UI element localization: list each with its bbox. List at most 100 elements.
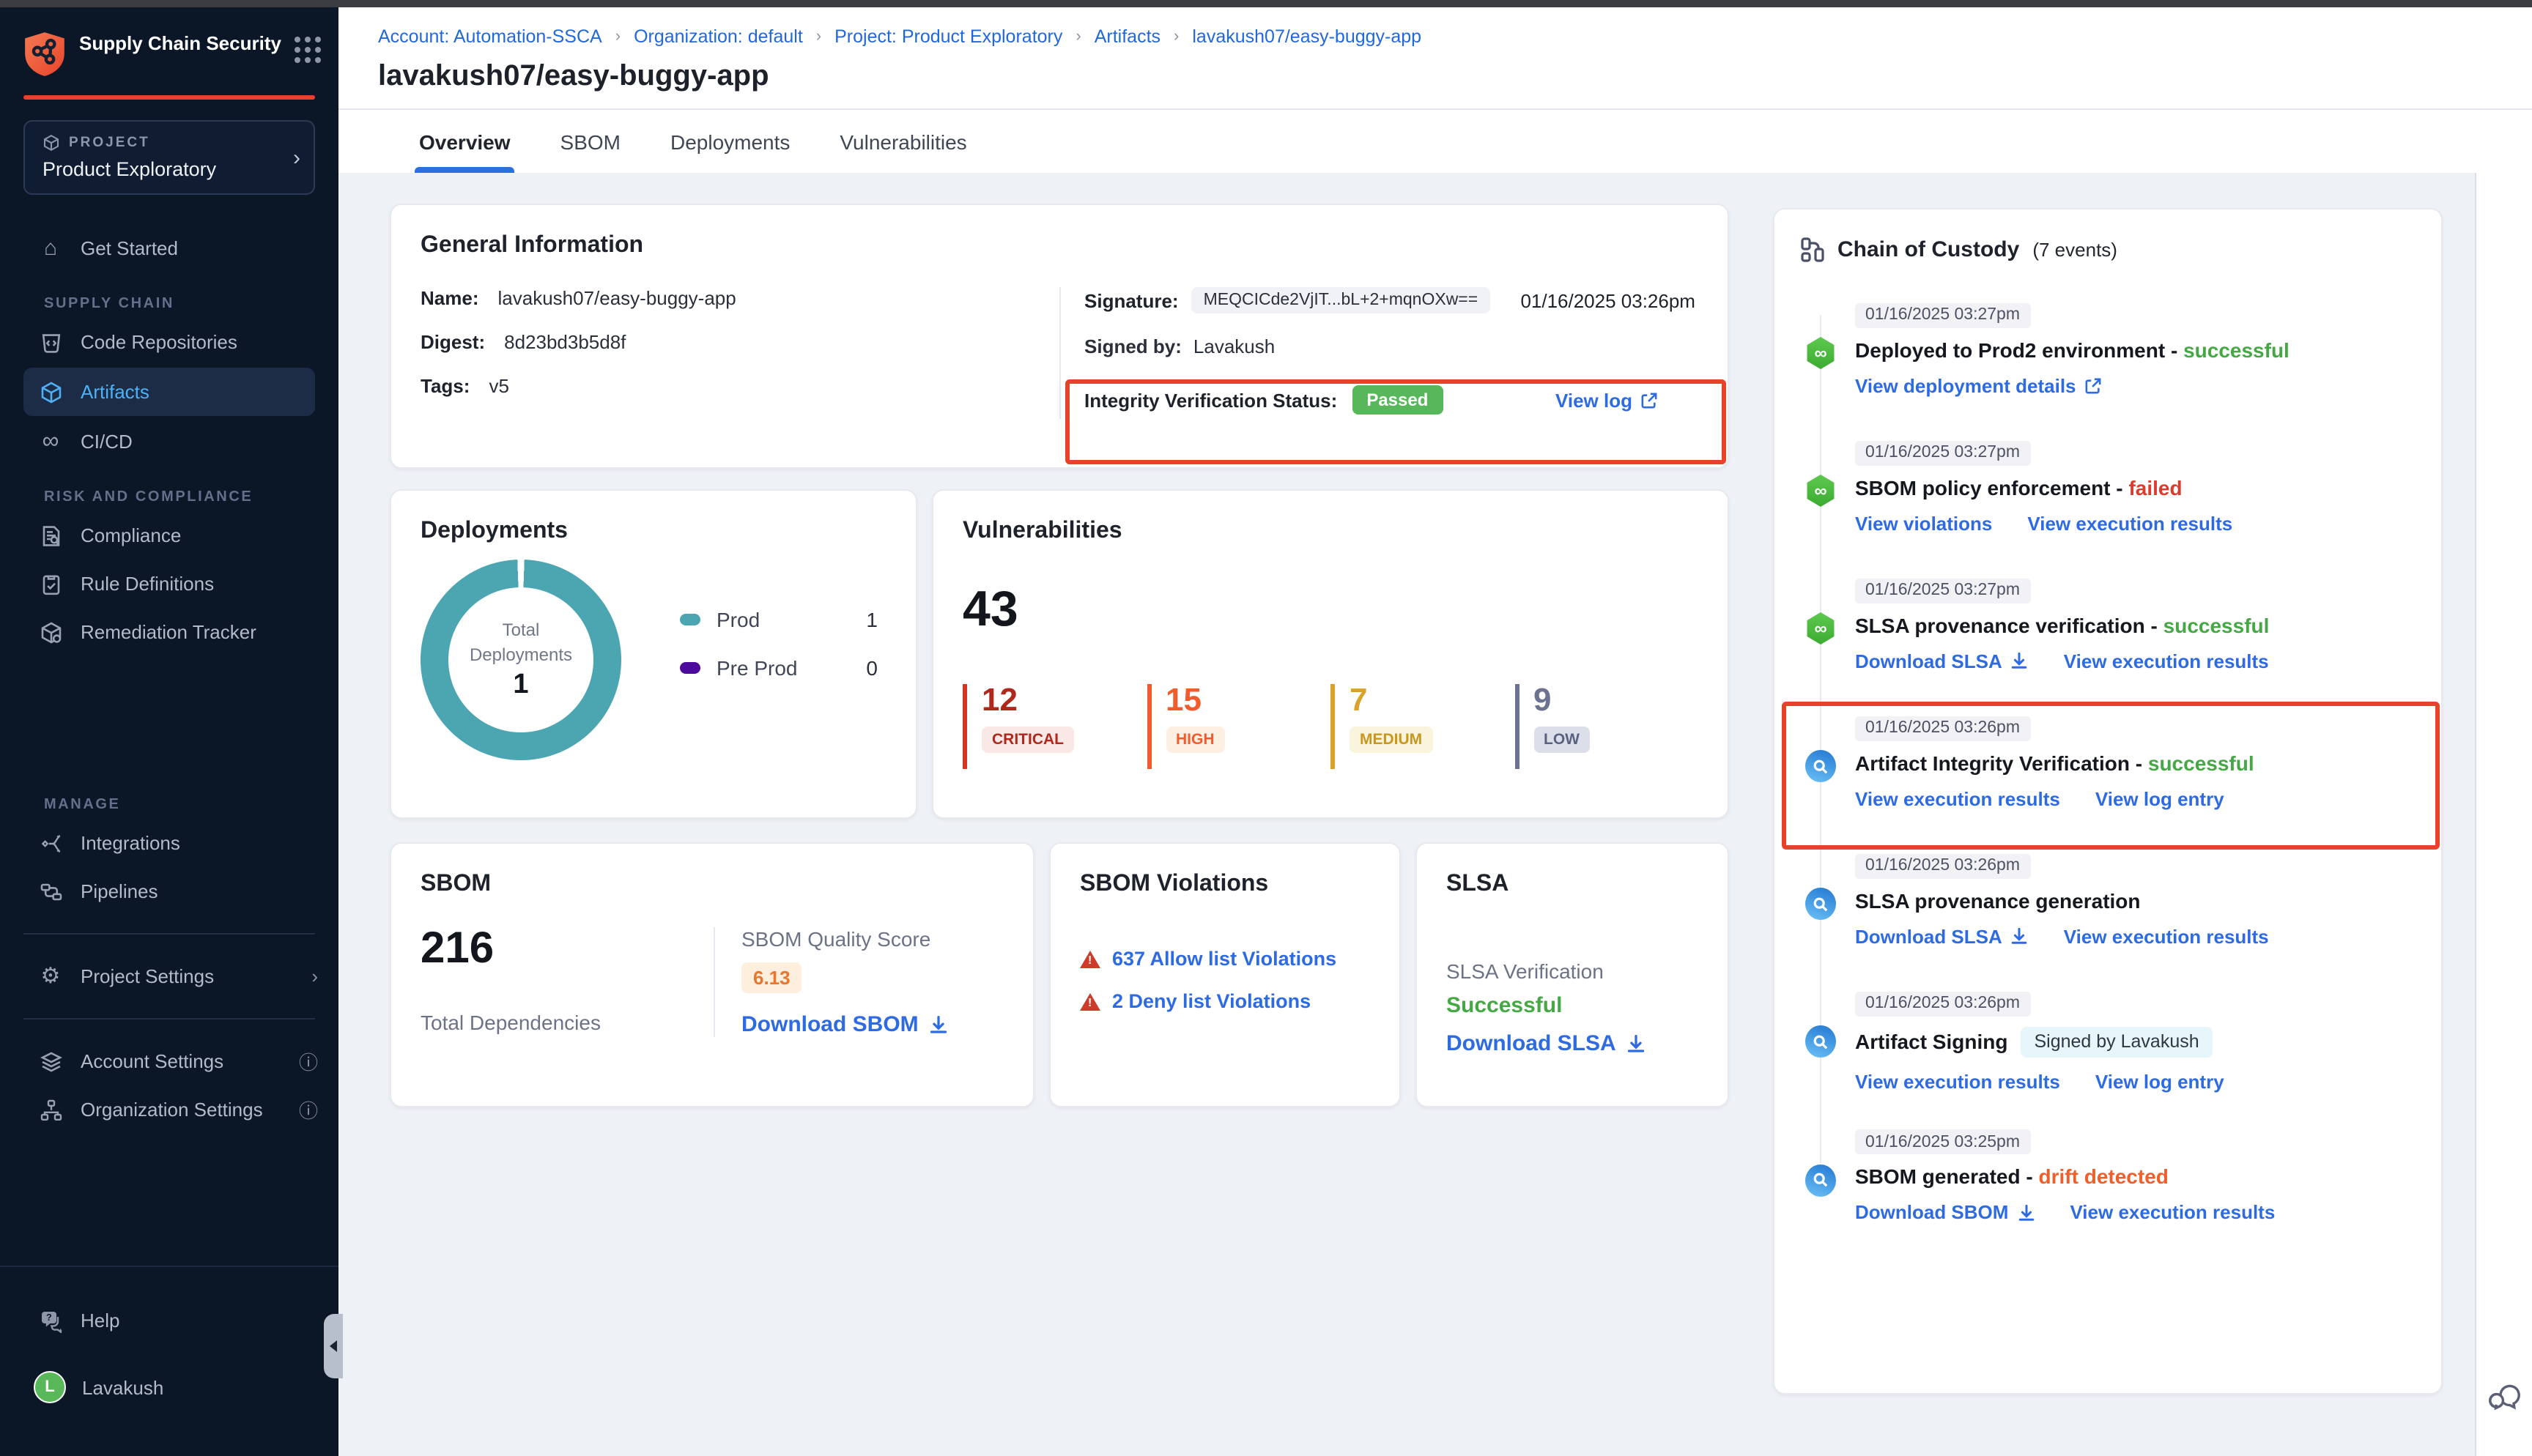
breadcrumb-current[interactable]: lavakush07/easy-buggy-app (1192, 26, 1421, 47)
coc-event-deployed: 01/16/2025 03:27pm ∞ Deployed to Prod2 e… (1801, 300, 2415, 403)
sidebar-collapse-handle[interactable] (324, 1314, 343, 1378)
name-value: lavakush07/easy-buggy-app (498, 287, 736, 309)
app-switcher-icon[interactable] (295, 37, 321, 63)
chain-of-custody-icon (1801, 237, 1824, 262)
sidebar-item-label: Remediation Tracker (81, 621, 256, 643)
sidebar-item-rule-definitions[interactable]: Rule Definitions (0, 560, 338, 608)
tab-bar: Overview SBOM Deployments Vulnerabilitie… (419, 110, 967, 173)
view-violations-link[interactable]: View violations (1855, 512, 1992, 534)
view-log-entry-link[interactable]: View log entry (2095, 1070, 2224, 1092)
tab-vulnerabilities[interactable]: Vulnerabilities (840, 110, 966, 173)
tab-sbom[interactable]: SBOM (560, 110, 621, 173)
tab-overview[interactable]: Overview (419, 110, 511, 173)
org-chart-icon (38, 1098, 63, 1121)
stat-low: 9 LOW (1514, 684, 1698, 769)
legend-swatch (680, 613, 700, 625)
sidebar-item-account-settings[interactable]: Account Settings ⓘ (0, 1037, 338, 1085)
view-execution-results-link[interactable]: View execution results (1855, 1070, 2060, 1092)
violation-link-label: 637 Allow list Violations (1112, 948, 1336, 970)
event-title: SBOM policy enforcement (1855, 475, 2111, 499)
sidebar-item-label: Help (81, 1310, 120, 1331)
sidebar-item-pipelines[interactable]: Pipelines (0, 867, 338, 915)
breadcrumb-artifacts[interactable]: Artifacts (1095, 26, 1160, 47)
view-log-link[interactable]: View log (1555, 389, 1657, 411)
stat-critical: 12 CRITICAL (963, 684, 1147, 769)
name-row: Name: lavakush07/easy-buggy-app (421, 287, 1059, 309)
signature-timestamp: 01/16/2025 03:26pm (1520, 289, 1695, 311)
download-icon (2017, 1203, 2035, 1221)
event-status: drift detected (2039, 1165, 2169, 1188)
sidebar-item-organization-settings[interactable]: Organization Settings ⓘ (0, 1085, 338, 1134)
event-title: SLSA provenance generation (1855, 888, 2141, 912)
avatar: L (34, 1371, 66, 1403)
digest-label: Digest: (421, 331, 485, 353)
legend-swatch (680, 661, 700, 673)
deployments-donut-chart: Total Deployments 1 (421, 560, 621, 760)
breadcrumb-account[interactable]: Account: Automation-SSCA (378, 26, 602, 47)
download-slsa-link[interactable]: Download SLSA (1855, 650, 2029, 672)
pipeline-hexagon-icon: ∞ (1805, 475, 1836, 507)
signed-by-row: Signed by: Lavakush (1084, 335, 1698, 357)
sidebar-bottom: ? Help L Lavakush (0, 1266, 338, 1456)
view-execution-results-link[interactable]: View execution results (2027, 512, 2232, 534)
view-log-entry-link[interactable]: View log entry (2095, 787, 2224, 809)
sidebar-item-label: Code Repositories (81, 331, 237, 353)
view-execution-results-link[interactable]: View execution results (2064, 925, 2269, 947)
deny-list-violations-link[interactable]: 2 Deny list Violations (1080, 990, 1370, 1012)
breadcrumb-project[interactable]: Project: Product Exploratory (834, 26, 1062, 47)
tab-deployments[interactable]: Deployments (670, 110, 790, 173)
view-execution-results-link[interactable]: View execution results (2070, 1201, 2275, 1223)
download-slsa-link[interactable]: Download SLSA (1855, 925, 2029, 947)
section-manage: MANAGE (44, 797, 315, 813)
download-sbom-link[interactable]: Download SBOM (1855, 1201, 2035, 1223)
sidebar-item-help[interactable]: ? Help (0, 1296, 338, 1345)
sbom-total-label: Total Dependencies (421, 1011, 714, 1034)
sidebar-item-remediation-tracker[interactable]: Remediation Tracker (0, 608, 338, 656)
sidebar-item-integrations[interactable]: Integrations (0, 819, 338, 867)
donut-label: Deployments (470, 642, 572, 666)
download-slsa-link[interactable]: Download SLSA (1446, 1031, 1698, 1056)
quality-score-badge: 6.13 (741, 962, 802, 993)
violation-link-label: 2 Deny list Violations (1112, 990, 1311, 1012)
sidebar-item-project-settings[interactable]: ⚙ Project Settings › (0, 952, 338, 1000)
card-title: Vulnerabilities (963, 519, 1698, 545)
legend-label: Pre Prod (717, 655, 798, 679)
user-menu[interactable]: L Lavakush (0, 1359, 338, 1415)
info-icon: ⓘ (299, 1096, 318, 1123)
digest-row: Digest: 8d23bd3b5d8f (421, 331, 1059, 353)
legend-value: 0 (866, 655, 878, 679)
event-timestamp: 01/16/2025 03:26pm (1855, 716, 2030, 740)
sbom-violations-card: SBOM Violations 637 Allow list Violation… (1049, 842, 1401, 1107)
sidebar-item-cicd[interactable]: ∞ CI/CD (0, 417, 338, 466)
signature-value[interactable]: MEQCICde2VjIT...bL+2+mqnOXw== (1192, 287, 1490, 313)
pipeline-hexagon-icon: ∞ (1805, 337, 1836, 369)
page-header: Account: Automation-SSCA Organization: d… (338, 7, 2532, 173)
sidebar-item-label: Artifacts (81, 381, 149, 403)
allow-list-violations-link[interactable]: 637 Allow list Violations (1080, 948, 1370, 970)
help-chat-icon: ? (38, 1309, 63, 1332)
sidebar-item-artifacts[interactable]: Artifacts (23, 368, 315, 416)
chat-support-icon[interactable] (2487, 1378, 2522, 1412)
coc-event-sbom-policy: 01/16/2025 03:27pm ∞ SBOM policy enforce… (1801, 438, 2415, 541)
gear-icon: ⚙ (38, 967, 63, 985)
view-execution-results-link[interactable]: View execution results (2064, 650, 2269, 672)
download-icon (2011, 652, 2029, 669)
download-sbom-link[interactable]: Download SBOM (741, 1012, 1004, 1037)
legend-item-pre-prod: Pre Prod 0 (680, 655, 886, 679)
sidebar-item-compliance[interactable]: Compliance (0, 511, 338, 560)
project-name: Product Exploratory (42, 158, 275, 180)
sidebar-item-code-repositories[interactable]: Code Repositories (0, 318, 338, 366)
legend-item-prod: Prod 1 (680, 607, 886, 631)
project-selector[interactable]: PROJECT Product Exploratory (23, 120, 315, 195)
status-badge-passed: Passed (1352, 385, 1443, 415)
view-deployment-details-link[interactable]: View deployment details (1855, 374, 2101, 396)
stat-count: 15 (1166, 684, 1330, 716)
sidebar: Supply Chain Security PROJECT Product Ex… (0, 7, 338, 1456)
integrity-label: Integrity Verification Status: (1084, 389, 1337, 411)
download-icon (1626, 1034, 1646, 1053)
app-title: Supply Chain Security (79, 31, 281, 57)
breadcrumb-organization[interactable]: Organization: default (634, 26, 803, 47)
event-status: successful (2183, 338, 2289, 361)
sidebar-item-get-started[interactable]: ⌂ Get Started (0, 224, 338, 272)
view-execution-results-link[interactable]: View execution results (1855, 787, 2060, 809)
